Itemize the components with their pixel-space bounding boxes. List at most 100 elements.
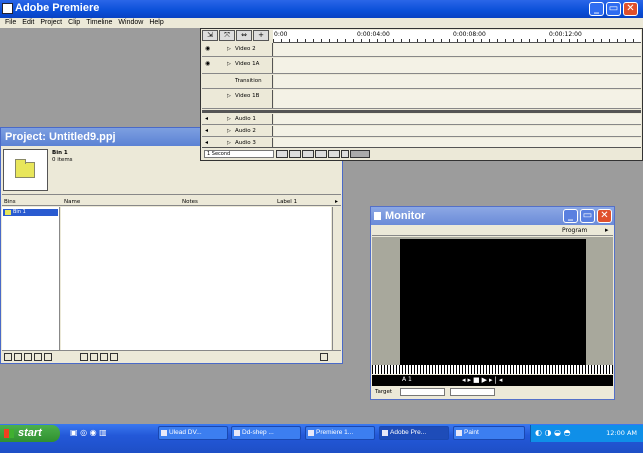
track-name: Video 1B [235,93,260,99]
column-notes[interactable]: Notes [182,198,198,206]
tray-icons[interactable]: ◐ ◑ ◒ ◓ [535,428,571,437]
system-tray: ◐ ◑ ◒ ◓ 12:00 AM [530,425,643,442]
find-icon[interactable] [34,353,42,361]
toggle-edge-icon[interactable] [328,150,340,158]
monitor-minimize-button[interactable]: _ [563,209,578,223]
toggle-sync-icon[interactable] [315,150,327,158]
selection-tool-icon[interactable]: ⇲ [202,30,218,41]
storyboard-icon[interactable] [24,353,32,361]
timeline-bottom-bar: 1 Second [202,147,641,159]
track-options-icon[interactable] [276,150,288,158]
column-bins[interactable]: Bins [4,198,16,206]
delete-icon[interactable] [44,353,52,361]
column-label[interactable]: Label 1 [277,198,297,206]
expand-triangle-icon[interactable]: ▷ [227,128,231,134]
project-vertical-scrollbar[interactable] [332,207,341,350]
bin-item-count: 0 items [52,157,73,163]
timeline-ruler[interactable]: 0:00 0:00:04:00 0:00:08:00 0:00:12:00 [273,30,641,43]
menu-timeline[interactable]: Timeline [83,18,115,28]
speaker-icon[interactable]: ◂ [205,128,211,134]
eye-icon[interactable]: ◉ [205,46,211,52]
link-tool-icon[interactable]: ⇔ [236,30,252,41]
speaker-icon[interactable]: ◂ [205,140,211,146]
menu-help[interactable]: Help [146,18,166,28]
timeline-window: ⇲ ⤧ ⇔ + 0:00 0:00:04:00 0:00:08:00 0:00:… [200,28,643,161]
new-bin-icon[interactable] [14,353,22,361]
taskbar-item[interactable]: Paint [453,426,525,440]
menu-file[interactable]: File [2,18,19,28]
quick-launch-icons[interactable]: ▣ ◎ ◉ ▥ [70,428,107,437]
range-select-tool-icon[interactable]: ⤧ [219,30,235,41]
speaker-icon[interactable]: ◂ [205,116,211,122]
ruler-label: 0:00:12:00 [549,31,582,38]
time-zoom-select[interactable]: 1 Second [204,150,274,158]
expand-triangle-icon[interactable]: ▷ [227,140,231,146]
thumbnail-view-icon[interactable] [4,353,12,361]
track-body[interactable] [274,75,641,88]
timeline-hscroll-thumb[interactable] [350,150,370,158]
track-body[interactable] [274,126,641,136]
track-body[interactable] [274,90,641,108]
column-name[interactable]: Name [64,198,80,206]
monitor-timeline-ruler[interactable] [372,365,613,374]
clip-list-area[interactable] [61,207,331,350]
menu-project[interactable]: Project [37,18,65,28]
taskbar: start ▣ ◎ ◉ ▥ Ulead DV... Dd-shep ... Pr… [0,424,643,453]
transport-controls-icon[interactable]: ◂▸■▶▸|◂ [462,376,504,384]
toggle-shift-icon[interactable] [289,150,301,158]
taskbar-item[interactable]: Premiere 1... [305,426,375,440]
restore-button[interactable]: ▭ [606,2,621,16]
track-audio-1[interactable]: ◂ ▷ Audio 1 [202,114,641,125]
monitor-view-label[interactable]: Program [562,227,587,234]
project-window: Project: Untitled9.ppj Bin 1 0 items Bin… [0,127,343,364]
list-view-icon[interactable] [80,353,88,361]
eye-icon[interactable]: ◉ [205,61,211,67]
icon-view-icon[interactable] [90,353,98,361]
expand-triangle-icon[interactable]: ▷ [227,61,231,67]
target-audio-select[interactable] [450,388,495,396]
target-video-select[interactable] [400,388,445,396]
taskbar-item[interactable]: Adobe Pre... [379,426,449,440]
scroll-left-icon[interactable] [110,353,118,361]
expand-triangle-icon[interactable]: ▷ [227,116,231,122]
track-body[interactable] [274,58,641,73]
track-body[interactable] [274,43,641,56]
taskbar-item[interactable]: Dd-shep ... [231,426,301,440]
bin-list-item[interactable]: Bin 1 [3,209,58,216]
track-body[interactable] [274,114,641,124]
menu-edit[interactable]: Edit [19,18,37,28]
track-name: Video 1A [235,61,260,67]
track-audio-2[interactable]: ◂ ▷ Audio 2 [202,126,641,137]
monitor-video-screen[interactable] [400,239,586,365]
monitor-close-button[interactable]: ✕ [597,209,612,223]
clock[interactable]: 12:00 AM [606,429,637,437]
monitor-maximize-button[interactable]: ▭ [580,209,595,223]
close-button[interactable]: ✕ [623,2,638,16]
track-header: ▷ Video 1B [202,90,273,108]
scroll-right-icon[interactable] [320,353,328,361]
header-arrow-icon[interactable]: ▸ [335,198,338,206]
track-transition[interactable]: Transition [202,75,641,89]
taskbar-item[interactable]: Ulead DV... [158,426,228,440]
menu-clip[interactable]: Clip [65,18,83,28]
track-name: Audio 2 [235,128,256,134]
windows-flag-icon [4,429,14,438]
start-button[interactable]: start [0,425,60,442]
track-header: ◉ ▷ Video 1A [202,58,273,73]
minimize-button[interactable]: _ [589,2,604,16]
expand-triangle-icon[interactable]: ▷ [227,93,231,99]
expand-triangle-icon[interactable]: ▷ [227,46,231,52]
track-body[interactable] [274,138,641,147]
thumbnail-list-icon[interactable] [100,353,108,361]
menu-window[interactable]: Window [115,18,146,28]
monitor-menu-arrow-icon[interactable]: ▸ [605,226,609,234]
toggle-snap-icon[interactable] [302,150,314,158]
start-label: start [18,427,42,439]
track-video-1a[interactable]: ◉ ▷ Video 1A [202,58,641,74]
ruler-label: 0:00:04:00 [357,31,390,38]
scroll-left-icon[interactable] [341,150,349,158]
track-header: ◂ ▷ Audio 3 [202,138,273,147]
track-video-2[interactable]: ◉ ▷ Video 2 [202,43,641,57]
track-video-1b[interactable]: ▷ Video 1B [202,90,641,109]
marker-tool-icon[interactable]: + [253,30,269,41]
